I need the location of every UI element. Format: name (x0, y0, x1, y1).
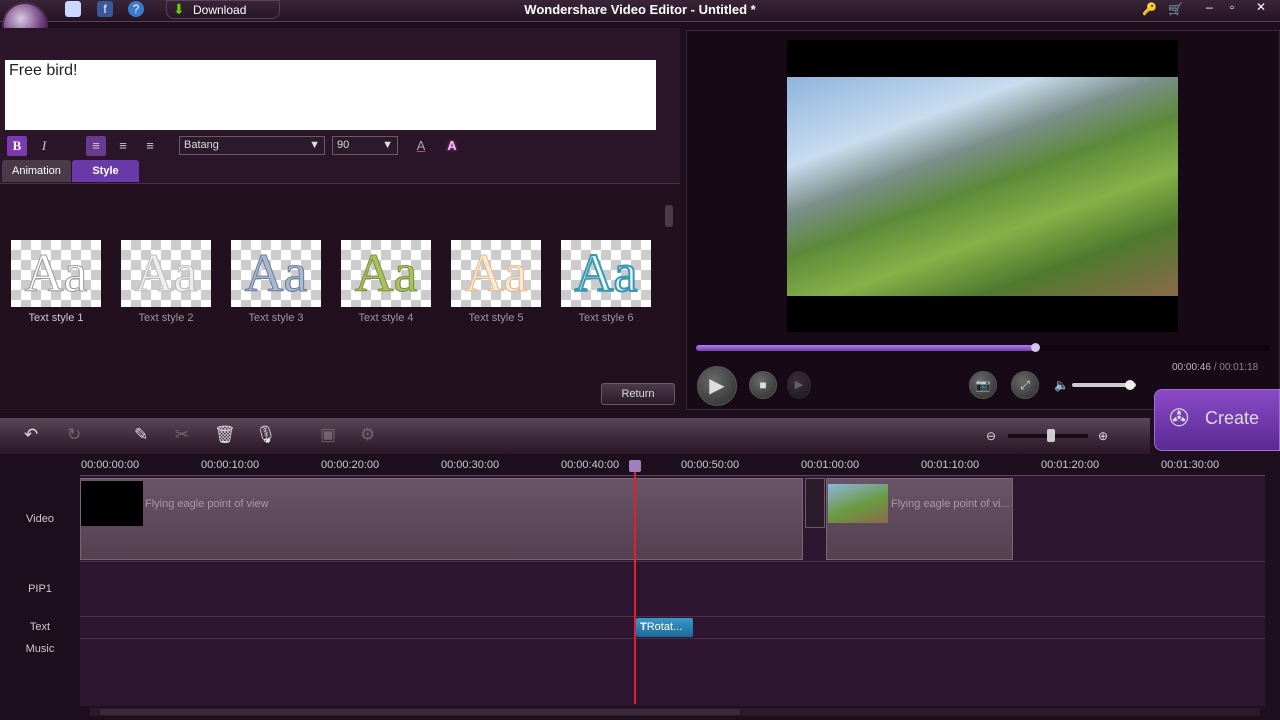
track-label-music: Music (25, 643, 55, 655)
ruler-tick-label: 00:00:10:00 (201, 459, 260, 471)
create-button[interactable]: ✇ Create (1154, 389, 1280, 451)
redo-icon[interactable]: ↻ (67, 425, 81, 445)
text-input[interactable]: Free bird! (5, 60, 656, 130)
text-style-5[interactable]: Aa (451, 240, 541, 307)
ruler-tick-label: 00:01:30:00 (1161, 459, 1220, 471)
text-clip[interactable]: TRotat... (636, 618, 693, 637)
style-preview: Aa (354, 243, 418, 304)
download-icon: ⬇ (173, 1, 185, 17)
edit-icon[interactable]: ✎ (134, 425, 148, 445)
text-style-1[interactable]: Aa (11, 240, 101, 307)
settings-icon[interactable]: ⚙ (360, 425, 375, 445)
align-center-button[interactable]: ≡ (113, 136, 133, 156)
ruler-tick-label: 00:00:30:00 (441, 459, 500, 471)
style-label: Text style 1 (28, 312, 84, 324)
stop-button[interactable]: ■ (749, 371, 777, 399)
timeline-toolbar (0, 418, 1150, 454)
video-clip-1[interactable] (80, 478, 803, 560)
italic-button[interactable]: I (34, 136, 54, 156)
key-icon[interactable]: 🔑 (1142, 2, 1157, 16)
maximize-button[interactable]: ▫ (1230, 0, 1234, 14)
style-preview: Aa (464, 243, 528, 304)
clip-title: Flying eagle point of vi... (891, 498, 1010, 510)
seek-handle[interactable] (1030, 343, 1040, 352)
divider (80, 638, 1265, 639)
text-style-6[interactable]: Aa (561, 240, 651, 307)
font-select[interactable]: Batang ▼ (179, 136, 325, 155)
tab-style[interactable]: Style (72, 160, 139, 182)
text-style-3[interactable]: Aa (231, 240, 321, 307)
style-preview: Aa (24, 243, 88, 304)
font-color-button[interactable]: A (412, 136, 430, 156)
playhead-handle[interactable] (629, 460, 641, 472)
clip-title: Flying eagle point of view (145, 498, 269, 510)
video-frame (787, 77, 1178, 296)
track-label-pip: PIP1 (28, 583, 52, 595)
undo-icon[interactable]: ↶ (24, 425, 38, 445)
text-style-4[interactable]: Aa (341, 240, 431, 307)
microphone-icon[interactable]: 🎙 (255, 425, 277, 445)
fullscreen-button[interactable]: ⤢ (1011, 371, 1039, 399)
help-icon[interactable]: ? (128, 1, 144, 17)
scrollbar-thumb[interactable] (100, 709, 740, 715)
seek-progress (696, 345, 1035, 351)
size-select[interactable]: 90 ▼ (332, 136, 398, 155)
bold-button[interactable]: B (7, 136, 27, 156)
ruler-tick-label: 00:01:10:00 (921, 459, 980, 471)
style-label: Text style 4 (358, 312, 414, 324)
crop-icon[interactable]: ▣ (320, 425, 336, 445)
ruler-tick-label: 00:01:00:00 (801, 459, 860, 471)
text-shadow-button[interactable]: A (443, 136, 461, 156)
clip-thumbnail (81, 481, 143, 526)
style-label: Text style 2 (138, 312, 194, 324)
close-button[interactable]: ✕ (1256, 0, 1266, 14)
register-icon[interactable] (65, 1, 81, 17)
text-style-2[interactable]: Aa (121, 240, 211, 307)
divider (80, 561, 1265, 562)
divider (80, 616, 1265, 617)
film-reel-icon: ✇ (1169, 405, 1190, 432)
ruler-tick-label: 00:00:50:00 (681, 459, 740, 471)
time-display: 00:00:46 / 00:01:18 (1172, 362, 1259, 373)
scrollbar-thumb[interactable] (665, 205, 673, 227)
volume-handle[interactable] (1124, 380, 1135, 390)
align-right-button[interactable]: ≡ (140, 136, 160, 156)
style-label: Text style 5 (468, 312, 524, 324)
style-preview: Aa (134, 243, 198, 304)
zoom-handle[interactable] (1047, 429, 1055, 442)
align-left-button[interactable]: ≡ (86, 136, 106, 156)
download-button[interactable]: ⬇ Download (166, 0, 280, 19)
track-label-video: Video (26, 513, 54, 525)
style-label: Text style 3 (248, 312, 304, 324)
volume-icon[interactable]: 🔈 (1054, 378, 1069, 392)
style-preview: Aa (574, 242, 639, 304)
ruler-tick-label: 00:00:20:00 (321, 459, 380, 471)
minimize-button[interactable]: – (1206, 0, 1213, 14)
zoom-out-icon[interactable]: ⊖ (986, 429, 996, 443)
next-frame-button[interactable]: ▶ (787, 371, 811, 399)
snapshot-button[interactable]: 📷 (969, 371, 997, 399)
playhead[interactable] (634, 466, 636, 704)
track-label-text: Text (29, 621, 51, 633)
ruler-tick-label: 00:00:00:00 (81, 459, 140, 471)
clip-thumbnail (828, 484, 888, 523)
return-button[interactable]: Return (601, 383, 675, 405)
delete-icon[interactable]: 🗑 (214, 425, 236, 445)
zoom-in-icon[interactable]: ⊕ (1098, 429, 1108, 443)
style-label: Text style 6 (578, 312, 634, 324)
tab-animation[interactable]: Animation (2, 160, 71, 182)
ruler-tick-label: 00:01:20:00 (1041, 459, 1100, 471)
text-icon: T (640, 621, 647, 633)
facebook-icon[interactable]: f (97, 1, 113, 17)
play-button[interactable]: ▶ (697, 366, 737, 406)
chevron-down-icon: ▼ (382, 139, 393, 151)
ruler-tick-label: 00:00:40:00 (561, 459, 620, 471)
cart-icon[interactable]: 🛒 (1168, 2, 1183, 16)
style-preview: Aa (244, 243, 308, 304)
chevron-down-icon: ▼ (309, 139, 320, 151)
transition-marker[interactable] (805, 478, 825, 528)
cut-icon[interactable]: ✂ (175, 425, 189, 445)
